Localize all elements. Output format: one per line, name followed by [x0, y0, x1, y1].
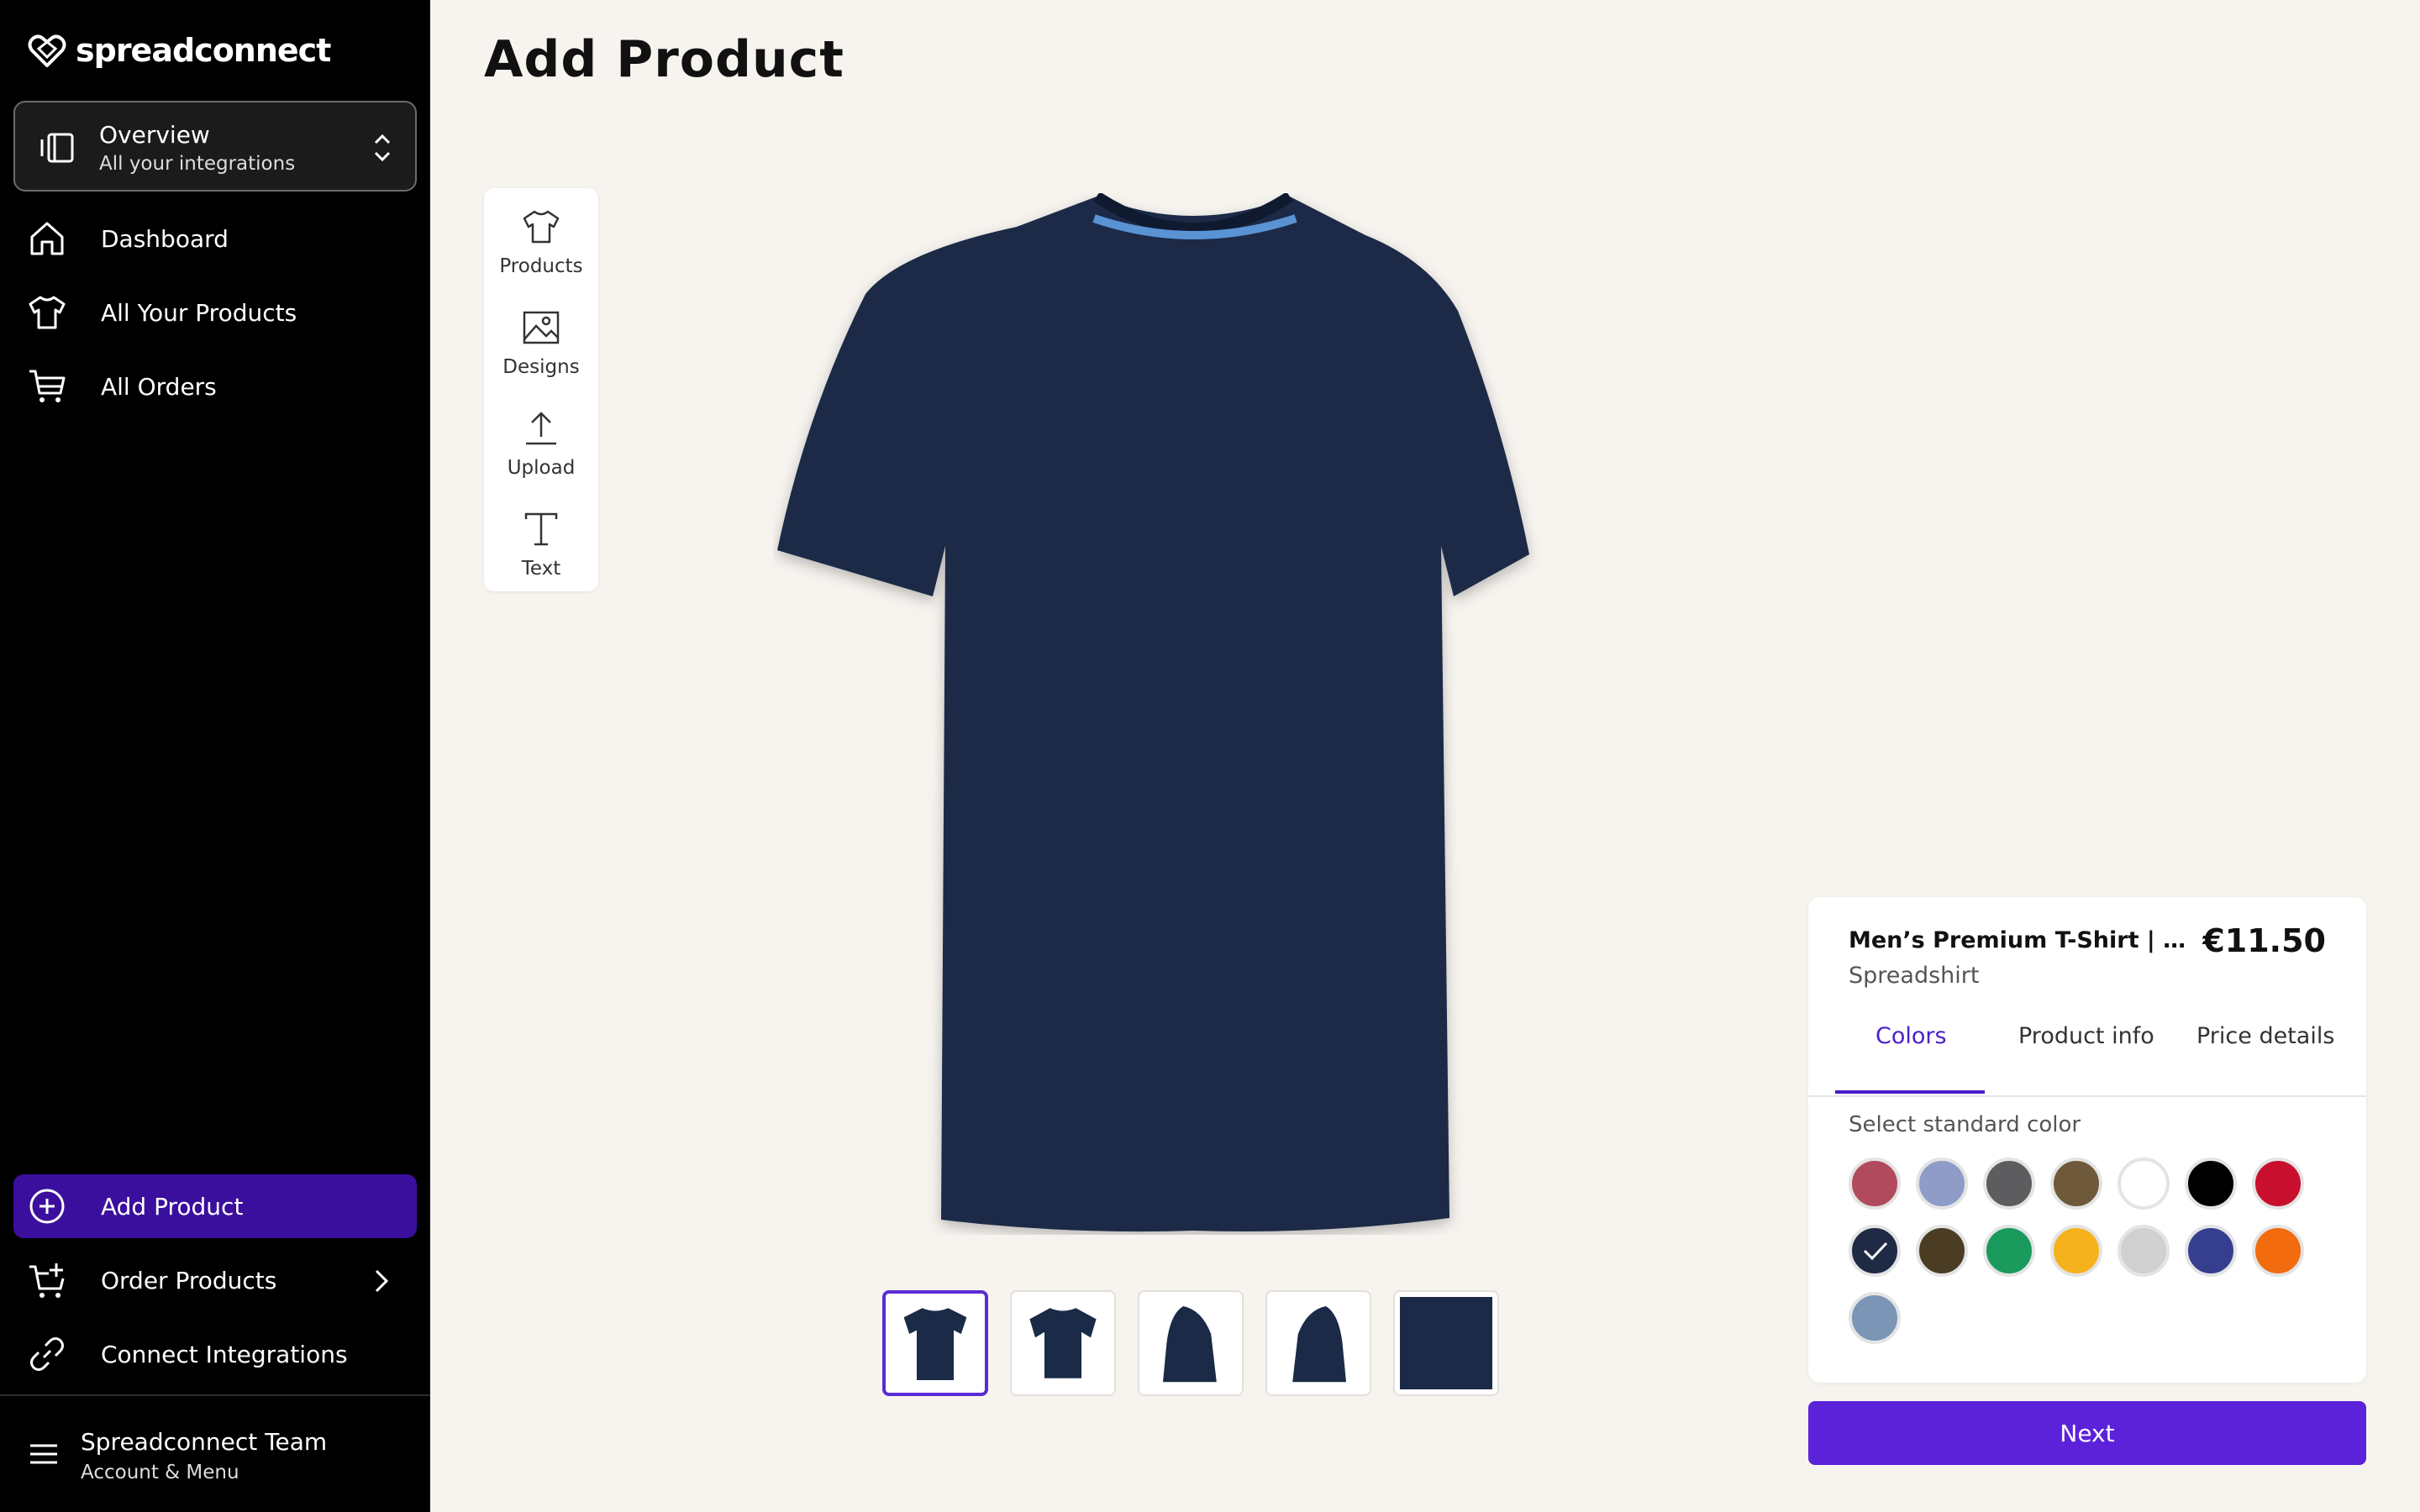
nav-dashboard[interactable]: Dashboard: [13, 207, 417, 270]
integration-switcher[interactable]: Overview All your integrations: [13, 101, 417, 192]
tool-upload[interactable]: Upload: [484, 396, 598, 497]
tshirt-icon: [29, 296, 66, 329]
color-swatch[interactable]: [1849, 1158, 1901, 1210]
tool-products[interactable]: Products: [484, 195, 598, 296]
design-toolbox: Products Designs Upload Text: [484, 188, 598, 591]
nav-connect-integrations-label: Connect Integrations: [101, 1340, 348, 1368]
tab-colors[interactable]: Colors: [1876, 1023, 1947, 1070]
next-button[interactable]: Next: [1808, 1401, 2366, 1465]
account-menu[interactable]: Spreadconnect Team Account & Menu: [0, 1398, 430, 1512]
tab-divider: [1808, 1095, 2366, 1097]
color-swatch[interactable]: [1983, 1158, 2035, 1210]
color-swatch[interactable]: [2185, 1225, 2237, 1277]
thumbnail-front-model[interactable]: [1010, 1290, 1116, 1396]
plus-circle-icon: [29, 1189, 65, 1224]
tab-price-details[interactable]: Price details: [2196, 1023, 2334, 1070]
tool-designs[interactable]: Designs: [484, 296, 598, 396]
home-icon: [30, 222, 64, 255]
nav-all-products-label: All Your Products: [101, 298, 297, 327]
product-details-panel: Men’s Premium T-Shirt | Spreadshirt €11.…: [1808, 897, 2366, 1383]
tshirt-thumb-icon: [1163, 1306, 1217, 1383]
tool-text[interactable]: Text: [484, 497, 598, 598]
image-icon: [523, 311, 560, 344]
link-icon: [30, 1337, 64, 1371]
upload-icon: [526, 412, 556, 445]
logo[interactable]: spreadconnect: [27, 30, 331, 71]
chevron-updown-icon: [374, 134, 391, 162]
color-swatch[interactable]: [2185, 1158, 2237, 1210]
sidebar: spreadconnect Overview All your integrat…: [0, 0, 430, 1512]
checkmark-icon: [1863, 1242, 1888, 1261]
cart-plus-icon: [29, 1263, 65, 1298]
active-tab-indicator: [1835, 1090, 1985, 1094]
nav-dashboard-label: Dashboard: [101, 224, 229, 253]
nav-all-products[interactable]: All Your Products: [13, 281, 417, 344]
sidebar-divider: [0, 1394, 430, 1396]
tool-products-label: Products: [499, 255, 583, 277]
heart-logo-icon: [28, 34, 66, 67]
color-swatch[interactable]: [2118, 1158, 2170, 1210]
nav-order-products[interactable]: Order Products: [13, 1248, 417, 1312]
color-swatch[interactable]: [1849, 1225, 1901, 1277]
nav-add-product-label: Add Product: [101, 1192, 244, 1221]
tool-upload-label: Upload: [507, 457, 576, 479]
color-swatch[interactable]: [2252, 1158, 2304, 1210]
color-swatch[interactable]: [2050, 1158, 2102, 1210]
product-preview[interactable]: [773, 193, 1613, 1235]
context-title: Overview: [99, 121, 210, 149]
context-subtitle: All your integrations: [99, 153, 296, 175]
cart-icon: [29, 370, 66, 402]
product-brand: Spreadshirt: [1849, 963, 1980, 989]
account-name: Spreadconnect Team: [81, 1428, 328, 1456]
color-swatch[interactable]: [1916, 1158, 1968, 1210]
color-swatch[interactable]: [2252, 1225, 2304, 1277]
nav-all-orders-label: All Orders: [101, 372, 217, 401]
tool-text-label: Text: [521, 558, 561, 580]
hamburger-menu-icon: [30, 1444, 57, 1464]
color-swatch[interactable]: [1983, 1225, 2035, 1277]
tshirt-thumb-icon: [903, 1308, 967, 1380]
chevron-right-icon: [375, 1269, 389, 1293]
nav-order-products-label: Order Products: [101, 1266, 277, 1294]
tshirt-thumb-icon: [1029, 1308, 1097, 1378]
product-name: Men’s Premium T-Shirt | Spreadshirt: [1849, 927, 2202, 953]
nav-all-orders[interactable]: All Orders: [13, 354, 417, 418]
color-swatch[interactable]: [2118, 1225, 2170, 1277]
nav-add-product[interactable]: Add Product: [13, 1174, 417, 1238]
tshirt-thumb-icon: [1292, 1306, 1346, 1383]
page-title: Add Product: [484, 30, 844, 89]
nav-connect-integrations[interactable]: Connect Integrations: [13, 1322, 417, 1386]
fabric-thumb-icon: [1400, 1297, 1492, 1389]
brand-name: spreadconnect: [76, 32, 331, 69]
color-swatch[interactable]: [1849, 1292, 1901, 1344]
color-swatch[interactable]: [1916, 1225, 1968, 1277]
sidebar-panel-icon: [40, 133, 74, 163]
thumbnail-side-right[interactable]: [1265, 1290, 1371, 1396]
color-heading: Select standard color: [1849, 1112, 2081, 1137]
text-icon: [524, 512, 558, 546]
tab-product-info[interactable]: Product info: [2018, 1023, 2154, 1070]
tshirt-icon: [523, 210, 560, 244]
thumbnail-side-left[interactable]: [1138, 1290, 1244, 1396]
color-swatch[interactable]: [2050, 1225, 2102, 1277]
thumbnail-front[interactable]: [882, 1290, 988, 1396]
tool-designs-label: Designs: [502, 356, 580, 378]
thumbnail-fabric-detail[interactable]: [1393, 1290, 1499, 1396]
account-subtitle: Account & Menu: [81, 1462, 239, 1483]
product-price: €11.50: [2202, 922, 2326, 959]
